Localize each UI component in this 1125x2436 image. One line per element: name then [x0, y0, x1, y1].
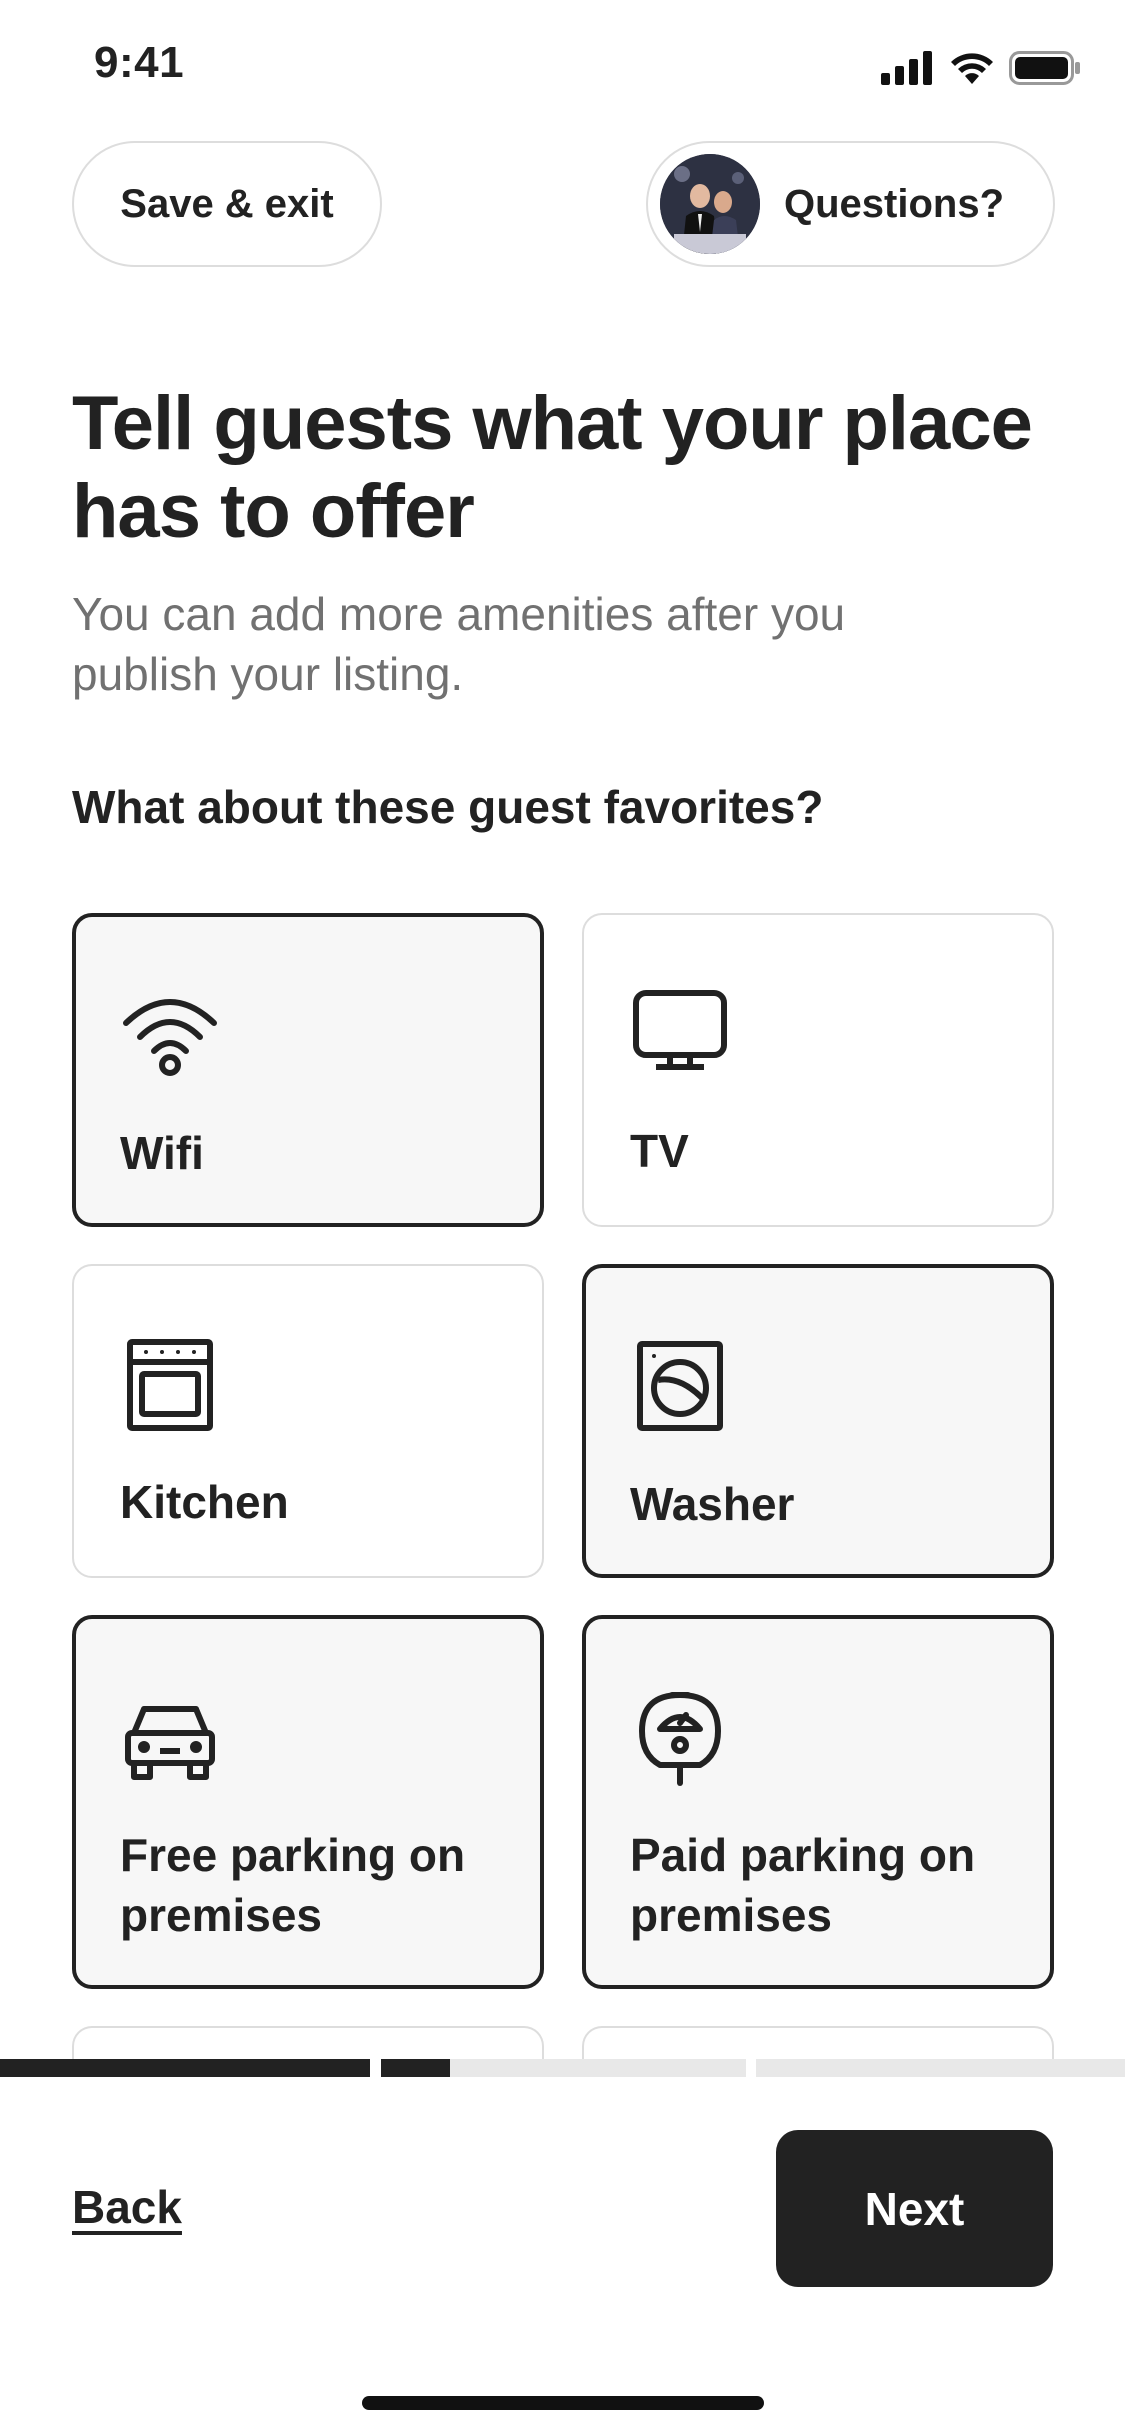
amenity-label: Kitchen — [120, 1476, 289, 1528]
amenity-card-kitchen[interactable]: Kitchen — [72, 1264, 544, 1578]
home-indicator — [362, 2396, 764, 2410]
battery-icon — [1009, 51, 1080, 85]
car-icon — [120, 1687, 220, 1787]
avatar — [660, 154, 760, 254]
amenity-label: TV — [630, 1125, 689, 1177]
amenity-card-free-parking[interactable]: Free parking on premises — [72, 1615, 544, 1989]
progress-segment-1 — [0, 2059, 370, 2077]
back-button[interactable]: Back — [72, 2180, 182, 2234]
amenity-label: Washer — [630, 1478, 795, 1530]
status-time: 9:41 — [94, 38, 185, 87]
amenity-card-wifi[interactable]: Wifi — [72, 913, 544, 1227]
section-heading: What about these guest favorites? — [72, 781, 824, 833]
progress-fill — [381, 2059, 451, 2077]
amenity-label: Free parking on premises — [120, 1829, 466, 1941]
save-exit-button[interactable]: Save & exit — [72, 141, 382, 267]
parking-meter-icon — [630, 1687, 730, 1787]
page-title: Tell guests what your place has to offer — [72, 381, 1033, 554]
amenity-card-paid-parking[interactable]: Paid parking on premises — [582, 1615, 1054, 1989]
progress-segment-3 — [756, 2059, 1125, 2077]
washer-icon — [630, 1336, 730, 1436]
amenity-card-tv[interactable]: TV — [582, 913, 1054, 1227]
amenity-label: Wifi — [120, 1127, 204, 1179]
signal-icon — [881, 51, 932, 85]
wifi-icon — [120, 985, 220, 1085]
amenity-card-washer[interactable]: Washer — [582, 1264, 1054, 1578]
save-exit-label: Save & exit — [120, 181, 334, 226]
tv-icon — [630, 985, 730, 1085]
wifi-status-icon — [951, 53, 993, 84]
status-icons — [881, 48, 1081, 88]
page-subtitle: You can add more amenities after you pub… — [72, 588, 846, 700]
questions-label: Questions? — [784, 181, 1005, 226]
amenity-label: Paid parking on premises — [630, 1829, 976, 1941]
questions-button[interactable]: Questions? — [646, 141, 1055, 267]
next-button[interactable]: Next — [776, 2130, 1053, 2287]
progress-segment-2 — [381, 2059, 746, 2077]
oven-icon — [120, 1336, 220, 1436]
